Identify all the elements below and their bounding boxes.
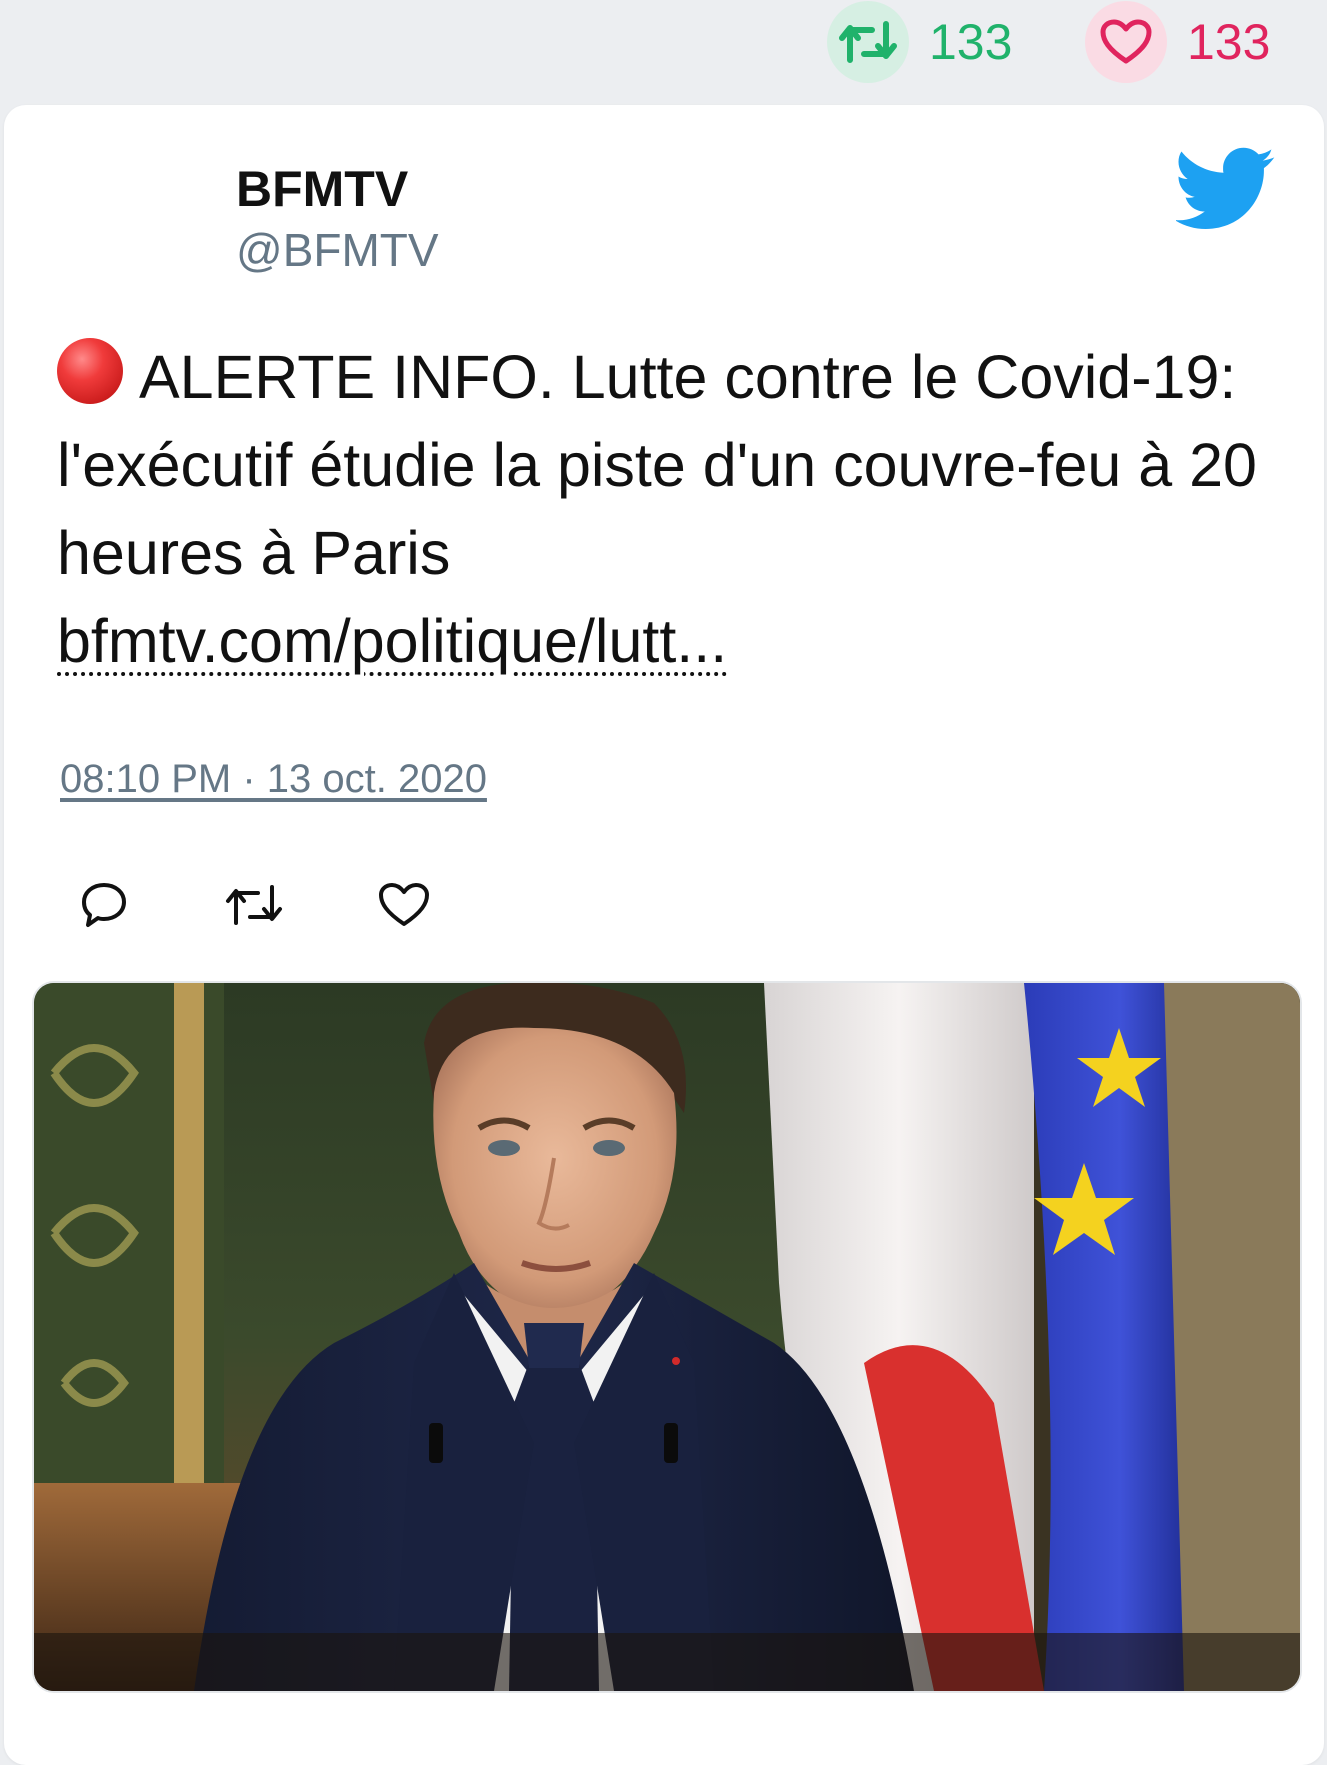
tweet-author[interactable]: BFMTV @BFMTV <box>236 161 439 277</box>
retweet-icon <box>226 885 282 925</box>
heart-icon[interactable] <box>1085 1 1167 83</box>
tweet-card[interactable]: BFMTV @BFMTV ALERTE INFO. Lutte contre l… <box>4 105 1324 1765</box>
tweet-link[interactable]: bfmtv.com/politique/lutt... <box>57 607 727 675</box>
retweet-stat[interactable]: 133 <box>827 0 1012 84</box>
tweet-actions <box>74 875 524 935</box>
tweet-body: ALERTE INFO. Lutte contre le Covid-19: l… <box>57 333 1297 685</box>
retweet-icon[interactable] <box>827 1 909 83</box>
retweet-count: 133 <box>929 14 1013 70</box>
author-name[interactable]: BFMTV <box>236 161 439 219</box>
like-count: 133 <box>1187 14 1271 70</box>
engagement-stats-bar: 133 133 <box>0 0 1327 100</box>
tweet-media-photo[interactable] <box>32 981 1302 1693</box>
tweet-text: ALERTE INFO. Lutte contre le Covid-19: l… <box>57 343 1257 587</box>
heart-icon <box>379 883 429 926</box>
red-circle-icon <box>57 338 123 404</box>
author-handle[interactable]: @BFMTV <box>236 223 439 277</box>
reply-button[interactable] <box>74 875 134 935</box>
retweet-button[interactable] <box>224 875 284 935</box>
tweet-timestamp[interactable]: 08:10 PM · 13 oct. 2020 <box>60 757 487 802</box>
like-stat[interactable]: 133 <box>1085 0 1270 84</box>
twitter-bird-icon[interactable] <box>1174 147 1276 231</box>
reply-icon <box>82 883 126 927</box>
like-button[interactable] <box>374 875 434 935</box>
